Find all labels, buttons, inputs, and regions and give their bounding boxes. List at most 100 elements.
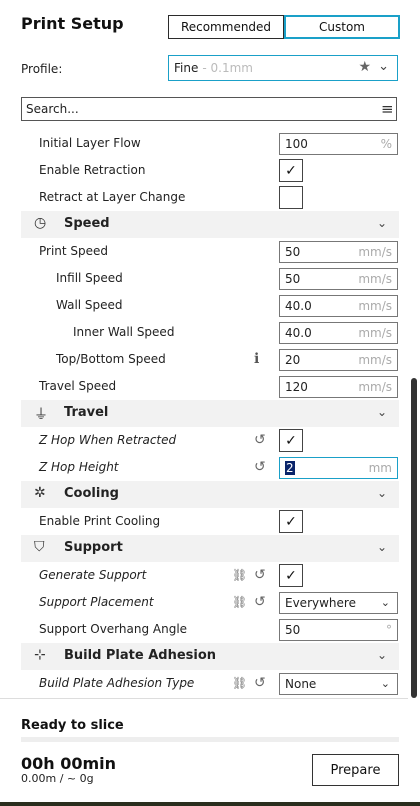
chevron-down-icon: ⌄ [378, 59, 389, 74]
setting-row-infill-speed: Infill Speed 50 mm/s [0, 265, 408, 292]
chevron-down-icon: ⌄ [376, 486, 387, 500]
setting-row-retract-layer-change: Retract at Layer Change [0, 184, 408, 211]
support-overhang-input[interactable]: 50 ° [279, 619, 398, 641]
travel-speed-input[interactable]: 120 mm/s [279, 376, 398, 398]
tab-custom[interactable]: Custom [284, 15, 400, 39]
setting-row-initial-layer-flow: Initial Layer Flow 100% [0, 130, 408, 157]
field-unit: mm/s [358, 299, 392, 313]
wall-speed-input[interactable]: 40.0 mm/s [279, 295, 398, 317]
speed-gauge-icon: ◷ [34, 215, 47, 231]
field-unit: mm/s [358, 245, 392, 259]
info-icon[interactable]: ℹ [254, 351, 259, 367]
fan-icon: ✲ [34, 485, 46, 501]
link-icon[interactable]: ⛓ [232, 595, 247, 609]
setting-row-print-speed: Print Speed 50 mm/s [0, 238, 408, 265]
divider [0, 698, 408, 699]
print-speed-input[interactable]: 50 mm/s [279, 241, 398, 263]
setting-label: Travel Speed [39, 379, 117, 393]
field-value: 50 [285, 623, 301, 637]
category-label: Support [64, 540, 123, 555]
category-label: Cooling [64, 486, 119, 501]
field-unit: mm/s [358, 353, 392, 367]
reset-icon[interactable]: ↺ [254, 594, 266, 610]
link-icon[interactable]: ⛓ [232, 568, 247, 582]
profile-select[interactable]: Fine - 0.1mm ★ ⌄ [168, 55, 398, 81]
chevron-down-icon: ⌄ [380, 677, 390, 690]
profile-layer-height: - 0.1mm [202, 61, 253, 75]
bottom-edge [0, 802, 420, 806]
field-value: 2 [285, 461, 295, 475]
field-unit: mm/s [358, 380, 392, 394]
setting-label: Enable Print Cooling [39, 514, 161, 528]
field-value: 50 [285, 245, 301, 259]
setting-label: Wall Speed [56, 298, 123, 312]
support-placement-select[interactable]: Everywhere ⌄ [279, 592, 398, 614]
category-cooling[interactable]: ✲ Cooling ⌄ [21, 481, 399, 508]
generate-support-checkbox[interactable]: ✓ [279, 564, 303, 587]
panel-title: Print Setup [21, 14, 124, 33]
chevron-down-icon: ⌄ [376, 540, 387, 554]
enable-cooling-checkbox[interactable]: ✓ [279, 510, 303, 533]
retract-layer-change-checkbox[interactable] [279, 186, 303, 209]
prepare-button[interactable]: Prepare [312, 754, 399, 786]
slice-status: Ready to slice [21, 718, 124, 733]
setting-label: Print Speed [39, 244, 109, 258]
category-label: Travel [64, 405, 109, 420]
field-value: 100 [285, 137, 308, 151]
setting-row-support-overhang: Support Overhang Angle 50 ° [0, 616, 408, 643]
setting-label: Support Overhang Angle [39, 622, 188, 636]
material-estimate: 0.00m / ~ 0g [21, 772, 94, 785]
setting-row-enable-retraction: Enable Retraction ✓ [0, 157, 408, 184]
field-unit: ° [386, 623, 392, 637]
field-unit: mm/s [358, 326, 392, 340]
category-travel[interactable]: ⏚ Travel ⌄ [21, 400, 399, 427]
setting-label: Support Placement [39, 595, 154, 609]
setting-row-enable-cooling: Enable Print Cooling ✓ [0, 508, 408, 535]
setting-label: Initial Layer Flow [39, 136, 141, 150]
setting-row-support-placement: Support Placement ⛓ ↺ Everywhere ⌄ [0, 589, 408, 616]
setting-label: Generate Support [39, 568, 147, 582]
setting-label: Top/Bottom Speed [56, 352, 166, 366]
enable-retraction-checkbox[interactable]: ✓ [279, 159, 303, 182]
settings-menu-icon[interactable]: ≡ [381, 100, 394, 118]
tab-recommended[interactable]: Recommended [168, 15, 284, 39]
select-value: Everywhere [285, 596, 356, 610]
initial-layer-flow-input[interactable]: 100% [279, 133, 398, 155]
field-value: 20 [285, 353, 301, 367]
setting-row-z-hop-height: Z Hop Height ↺ 2 mm [0, 454, 408, 481]
category-build-plate-adhesion[interactable]: ⊹ Build Plate Adhesion ⌄ [21, 643, 399, 670]
adhesion-type-select[interactable]: None ⌄ [279, 673, 398, 695]
print-time: 00h 00min [21, 754, 117, 773]
field-unit: mm [368, 461, 392, 475]
star-icon[interactable]: ★ [358, 59, 371, 75]
profile-label: Profile: [21, 62, 63, 76]
search-input[interactable] [21, 97, 397, 121]
reset-icon[interactable]: ↺ [254, 432, 266, 448]
travel-icon: ⏚ [34, 407, 48, 423]
setting-row-top-bottom-speed: Top/Bottom Speed ℹ 20 mm/s [0, 346, 408, 373]
setting-label: Z Hop When Retracted [39, 433, 177, 447]
reset-icon[interactable]: ↺ [254, 567, 266, 583]
field-value: 40.0 [285, 299, 312, 313]
reset-icon[interactable]: ↺ [254, 675, 266, 691]
category-speed[interactable]: ◷ Speed ⌄ [21, 211, 399, 238]
reset-icon[interactable]: ↺ [254, 459, 266, 475]
chevron-down-icon: ⌄ [380, 596, 390, 609]
category-support[interactable]: ⛉ Support ⌄ [21, 535, 399, 562]
z-hop-height-input[interactable]: 2 mm [279, 457, 398, 479]
category-label: Build Plate Adhesion [64, 648, 217, 663]
infill-speed-input[interactable]: 50 mm/s [279, 268, 398, 290]
settings-list: Initial Layer Flow 100% Enable Retractio… [0, 130, 408, 698]
scrollbar-thumb[interactable] [411, 378, 417, 698]
setting-label: Inner Wall Speed [73, 325, 175, 339]
field-value: 40.0 [285, 326, 312, 340]
setting-row-travel-speed: Travel Speed 120 mm/s [0, 373, 408, 400]
adhesion-icon: ⊹ [34, 647, 46, 663]
setting-label: Z Hop Height [39, 460, 119, 474]
top-bottom-speed-input[interactable]: 20 mm/s [279, 349, 398, 371]
chevron-down-icon: ⌄ [376, 405, 387, 419]
z-hop-retracted-checkbox[interactable]: ✓ [279, 429, 303, 452]
setting-row-adhesion-type: Build Plate Adhesion Type ⛓ ↺ None ⌄ [0, 670, 408, 697]
inner-wall-speed-input[interactable]: 40.0 mm/s [279, 322, 398, 344]
link-icon[interactable]: ⛓ [232, 676, 247, 690]
